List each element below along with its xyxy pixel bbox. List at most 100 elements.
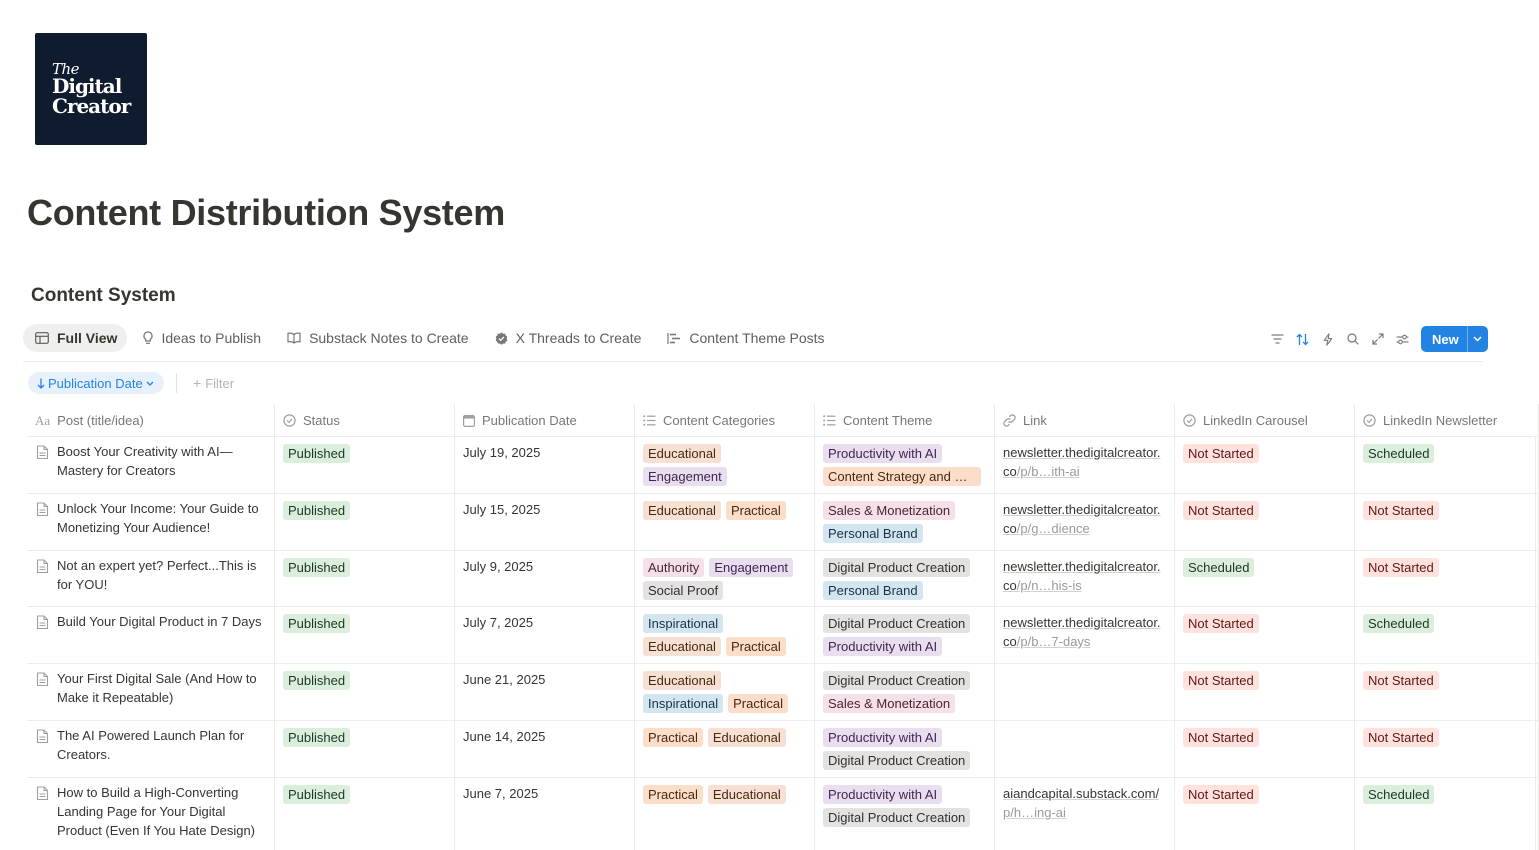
cell-content-categories[interactable]: Practical Educational bbox=[635, 721, 815, 777]
table-row[interactable]: Unlock Your Income: Your Guide to Moneti… bbox=[27, 494, 1539, 551]
carousel-status-badge[interactable]: Not Started bbox=[1183, 501, 1259, 520]
table-row[interactable]: Not an expert yet? Perfect...This is for… bbox=[27, 551, 1539, 607]
column-header-linkedin-newsletter[interactable]: LinkedIn Newsletter bbox=[1355, 404, 1539, 437]
table-row[interactable]: Boost Your Creativity with AI—Mastery fo… bbox=[27, 437, 1539, 494]
cell-publication-date[interactable]: July 9, 2025 bbox=[455, 551, 635, 606]
cell-post-title[interactable]: Your First Digital Sale (And How to Make… bbox=[27, 664, 275, 720]
sort-chip[interactable]: Publication Date bbox=[28, 372, 164, 394]
cell-post-title[interactable]: Boost Your Creativity with AI—Mastery fo… bbox=[27, 437, 275, 493]
cell-content-theme[interactable]: Productivity with AI Digital Product Crea… bbox=[815, 721, 995, 777]
cell-post-title[interactable]: The AI Powered Launch Plan for Creators. bbox=[27, 721, 275, 777]
newsletter-status-badge[interactable]: Not Started bbox=[1363, 558, 1439, 577]
category-tag[interactable]: Educational bbox=[643, 501, 721, 520]
category-tag[interactable]: Inspirational bbox=[643, 694, 724, 713]
post-title[interactable]: Build Your Digital Product in 7 Days bbox=[57, 612, 262, 663]
cell-publication-date[interactable]: June 7, 2025 bbox=[455, 778, 635, 850]
automation-button[interactable] bbox=[1315, 326, 1340, 352]
cell-linkedin-carousel[interactable]: Not Started bbox=[1175, 664, 1355, 720]
column-header-link[interactable]: Link bbox=[995, 404, 1175, 437]
add-filter-button[interactable]: + Filter bbox=[193, 375, 234, 391]
cell-linkedin-carousel[interactable]: Scheduled bbox=[1175, 551, 1355, 606]
category-tag[interactable]: Educational bbox=[643, 671, 721, 690]
theme-tag[interactable]: Productivity with AI bbox=[823, 728, 943, 747]
category-tag[interactable]: Educational bbox=[643, 637, 721, 656]
link-url[interactable]: newsletter.thedigitalcreator.co/p/b…ith-… bbox=[1003, 443, 1166, 481]
cell-linkedin-newsletter[interactable]: Not Started bbox=[1355, 494, 1539, 550]
theme-tag[interactable]: Personal Brand bbox=[823, 581, 923, 600]
status-badge[interactable]: Published bbox=[283, 444, 351, 463]
cell-link[interactable]: newsletter.thedigitalcreator.co/p/n…his-… bbox=[995, 551, 1175, 606]
cell-publication-date[interactable]: June 14, 2025 bbox=[455, 721, 635, 777]
link-url[interactable]: newsletter.thedigitalcreator.co/p/g…dien… bbox=[1003, 500, 1166, 538]
cell-linkedin-newsletter[interactable]: Not Started bbox=[1355, 721, 1539, 777]
tab-substack-notes[interactable]: Substack Notes to Create bbox=[275, 324, 479, 352]
status-badge[interactable]: Published bbox=[283, 614, 351, 633]
cell-linkedin-carousel[interactable]: Not Started bbox=[1175, 778, 1355, 850]
cell-content-categories[interactable]: Practical Educational bbox=[635, 778, 815, 850]
cell-publication-date[interactable]: June 21, 2025 bbox=[455, 664, 635, 720]
theme-tag[interactable]: Digital Product Creation bbox=[823, 808, 971, 827]
column-header-publication-date[interactable]: Publication Date bbox=[455, 404, 635, 437]
link-url[interactable]: newsletter.thedigitalcreator.co/p/n…his-… bbox=[1003, 557, 1166, 595]
cell-status[interactable]: Published bbox=[275, 664, 455, 720]
filter-button[interactable] bbox=[1265, 326, 1290, 352]
new-button[interactable]: New bbox=[1421, 326, 1467, 352]
theme-tag[interactable]: Digital Product Creation bbox=[823, 614, 971, 633]
newsletter-status-badge[interactable]: Not Started bbox=[1363, 671, 1439, 690]
cell-content-theme[interactable]: Digital Product Creation Sales & Monetiza… bbox=[815, 664, 995, 720]
open-full-page-button[interactable] bbox=[1365, 326, 1390, 352]
cell-content-categories[interactable]: Educational Engagement bbox=[635, 437, 815, 493]
theme-tag[interactable]: Productivity with AI bbox=[823, 444, 943, 463]
category-tag[interactable]: Practical bbox=[643, 785, 703, 804]
cell-link[interactable]: newsletter.thedigitalcreator.co/p/b…ith-… bbox=[995, 437, 1175, 493]
cell-status[interactable]: Published bbox=[275, 551, 455, 606]
cell-linkedin-carousel[interactable]: Not Started bbox=[1175, 721, 1355, 777]
newsletter-status-badge[interactable]: Scheduled bbox=[1363, 614, 1435, 633]
cell-linkedin-carousel[interactable]: Not Started bbox=[1175, 494, 1355, 550]
settings-button[interactable] bbox=[1390, 326, 1415, 352]
page-icon-logo[interactable]: The Digital Creator bbox=[35, 33, 147, 145]
cell-post-title[interactable]: How to Build a High-Converting Landing P… bbox=[27, 778, 275, 850]
category-tag[interactable]: Practical bbox=[725, 637, 786, 656]
cell-content-theme[interactable]: Productivity with AI Content Strategy and… bbox=[815, 437, 995, 493]
status-badge[interactable]: Published bbox=[283, 671, 351, 690]
theme-tag[interactable]: Digital Product Creation bbox=[823, 751, 971, 770]
status-badge[interactable]: Published bbox=[283, 785, 351, 804]
newsletter-status-badge[interactable]: Scheduled bbox=[1363, 444, 1435, 463]
carousel-status-badge[interactable]: Not Started bbox=[1183, 785, 1259, 804]
status-badge[interactable]: Published bbox=[283, 501, 351, 520]
theme-tag[interactable]: Content Strategy and Systems bbox=[823, 467, 981, 486]
carousel-status-badge[interactable]: Not Started bbox=[1183, 671, 1259, 690]
cell-linkedin-newsletter[interactable]: Scheduled bbox=[1355, 607, 1539, 663]
cell-linkedin-carousel[interactable]: Not Started bbox=[1175, 607, 1355, 663]
theme-tag[interactable]: Sales & Monetization bbox=[823, 501, 956, 520]
category-tag[interactable]: Social Proof bbox=[643, 581, 724, 600]
post-title[interactable]: Your First Digital Sale (And How to Make… bbox=[57, 669, 266, 720]
link-url[interactable]: aiandcapital.substack.com/p/h…ing-ai bbox=[1003, 784, 1166, 822]
cell-status[interactable]: Published bbox=[275, 721, 455, 777]
carousel-status-badge[interactable]: Not Started bbox=[1183, 614, 1259, 633]
cell-link[interactable]: newsletter.thedigitalcreator.co/p/g…dien… bbox=[995, 494, 1175, 550]
tab-ideas-to-publish[interactable]: Ideas to Publish bbox=[131, 324, 271, 352]
theme-tag[interactable]: Digital Product Creation bbox=[823, 671, 971, 690]
tab-content-theme-posts[interactable]: Content Theme Posts bbox=[655, 324, 834, 352]
column-header-content-theme[interactable]: Content Theme bbox=[815, 404, 995, 437]
table-row[interactable]: Your First Digital Sale (And How to Make… bbox=[27, 664, 1539, 721]
post-title[interactable]: Not an expert yet? Perfect...This is for… bbox=[57, 556, 266, 606]
theme-tag[interactable]: Productivity with AI bbox=[823, 637, 943, 656]
category-tag[interactable]: Educational bbox=[643, 444, 721, 463]
newsletter-status-badge[interactable]: Not Started bbox=[1363, 501, 1439, 520]
cell-content-categories[interactable]: Educational Inspirational Practical bbox=[635, 664, 815, 720]
cell-publication-date[interactable]: July 7, 2025 bbox=[455, 607, 635, 663]
newsletter-status-badge[interactable]: Scheduled bbox=[1363, 785, 1435, 804]
column-header-linkedin-carousel[interactable]: LinkedIn Carousel bbox=[1175, 404, 1355, 437]
column-header-status[interactable]: Status bbox=[275, 404, 455, 437]
theme-tag[interactable]: Personal Brand bbox=[823, 524, 923, 543]
page-title[interactable]: Content Distribution System bbox=[27, 192, 505, 234]
table-row[interactable]: Build Your Digital Product in 7 Days Publ… bbox=[27, 607, 1539, 664]
post-title[interactable]: Unlock Your Income: Your Guide to Moneti… bbox=[57, 499, 266, 550]
cell-content-categories[interactable]: Educational Practical bbox=[635, 494, 815, 550]
cell-content-theme[interactable]: Digital Product Creation Productivity wit… bbox=[815, 607, 995, 663]
carousel-status-badge[interactable]: Scheduled bbox=[1183, 558, 1255, 577]
category-tag[interactable]: Practical bbox=[725, 501, 786, 520]
